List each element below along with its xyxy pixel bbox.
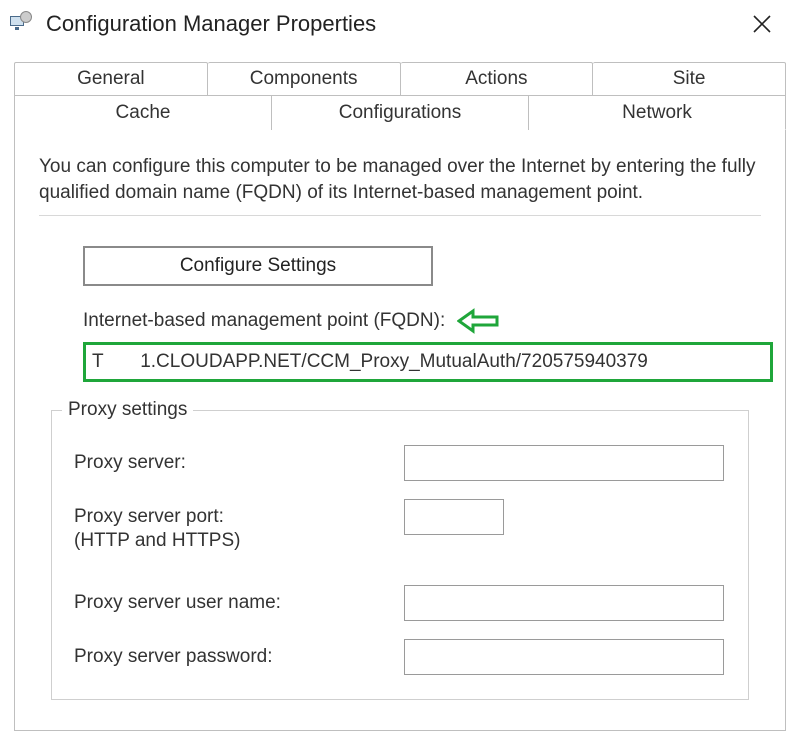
fqdn-input[interactable] <box>83 342 773 382</box>
tab-site[interactable]: Site <box>593 62 786 96</box>
client-area: General Components Actions Site Cache Co… <box>0 48 800 731</box>
tab-strip: General Components Actions Site Cache Co… <box>14 62 786 731</box>
tab-general[interactable]: General <box>14 62 208 96</box>
tab-actions[interactable]: Actions <box>401 62 594 96</box>
proxy-password-input[interactable] <box>404 639 724 675</box>
fqdn-label: Internet-based management point (FQDN): <box>83 310 445 332</box>
tab-cache[interactable]: Cache <box>14 96 272 130</box>
properties-dialog: Configuration Manager Properties General… <box>0 0 800 740</box>
configure-settings-button[interactable]: Configure Settings <box>83 246 433 286</box>
titlebar: Configuration Manager Properties <box>0 0 800 48</box>
proxy-settings-group: Proxy settings Proxy server: Proxy serve… <box>51 410 749 700</box>
tab-components[interactable]: Components <box>208 62 401 96</box>
close-button[interactable] <box>740 8 784 40</box>
proxy-port-label: Proxy server port: (HTTP and HTTPS) <box>74 499 404 553</box>
fqdn-block: Internet-based management point (FQDN): <box>83 308 761 382</box>
app-icon <box>10 12 34 36</box>
tab-configurations[interactable]: Configurations <box>272 96 529 130</box>
window-title: Configuration Manager Properties <box>46 11 376 37</box>
proxy-server-input[interactable] <box>404 445 724 481</box>
proxy-port-input[interactable] <box>404 499 504 535</box>
proxy-user-input[interactable] <box>404 585 724 621</box>
proxy-user-label: Proxy server user name: <box>74 585 404 615</box>
proxy-settings-legend: Proxy settings <box>62 399 193 421</box>
proxy-server-label: Proxy server: <box>74 445 404 475</box>
close-icon <box>753 15 771 33</box>
tab-network[interactable]: Network <box>529 96 786 130</box>
divider <box>39 215 761 216</box>
arrow-left-icon <box>457 308 499 334</box>
proxy-password-label: Proxy server password: <box>74 639 404 669</box>
network-panel: You can configure this computer to be ma… <box>14 130 786 731</box>
panel-description: You can configure this computer to be ma… <box>39 154 761 205</box>
